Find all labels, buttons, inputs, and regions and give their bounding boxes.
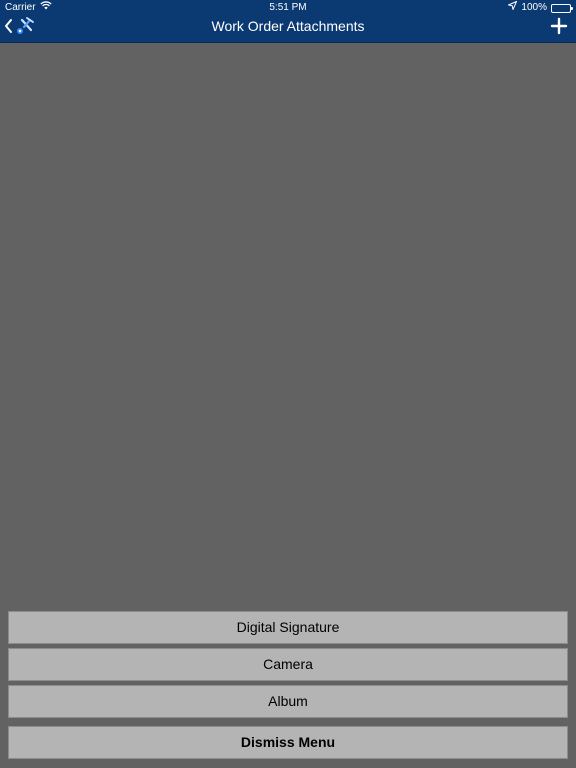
dismiss-menu-button[interactable]: Dismiss Menu	[8, 726, 568, 759]
camera-button[interactable]: Camera	[8, 648, 568, 681]
page-title: Work Order Attachments	[211, 18, 365, 34]
plus-icon	[550, 17, 568, 39]
status-bar: Carrier 5:51 PM 100%	[0, 0, 576, 16]
status-right-group: 100%	[507, 0, 573, 16]
nav-row: Work Order Attachments	[0, 16, 576, 42]
location-arrow-icon	[507, 0, 518, 16]
battery-icon	[551, 3, 573, 13]
album-button[interactable]: Album	[8, 685, 568, 718]
status-time: 5:51 PM	[269, 2, 307, 13]
add-button[interactable]	[550, 17, 568, 35]
battery-percentage: 100%	[521, 2, 547, 13]
digital-signature-button[interactable]: Digital Signature	[8, 611, 568, 644]
navigation-bar: Carrier 5:51 PM 100% Work Order Attachme…	[0, 0, 576, 43]
